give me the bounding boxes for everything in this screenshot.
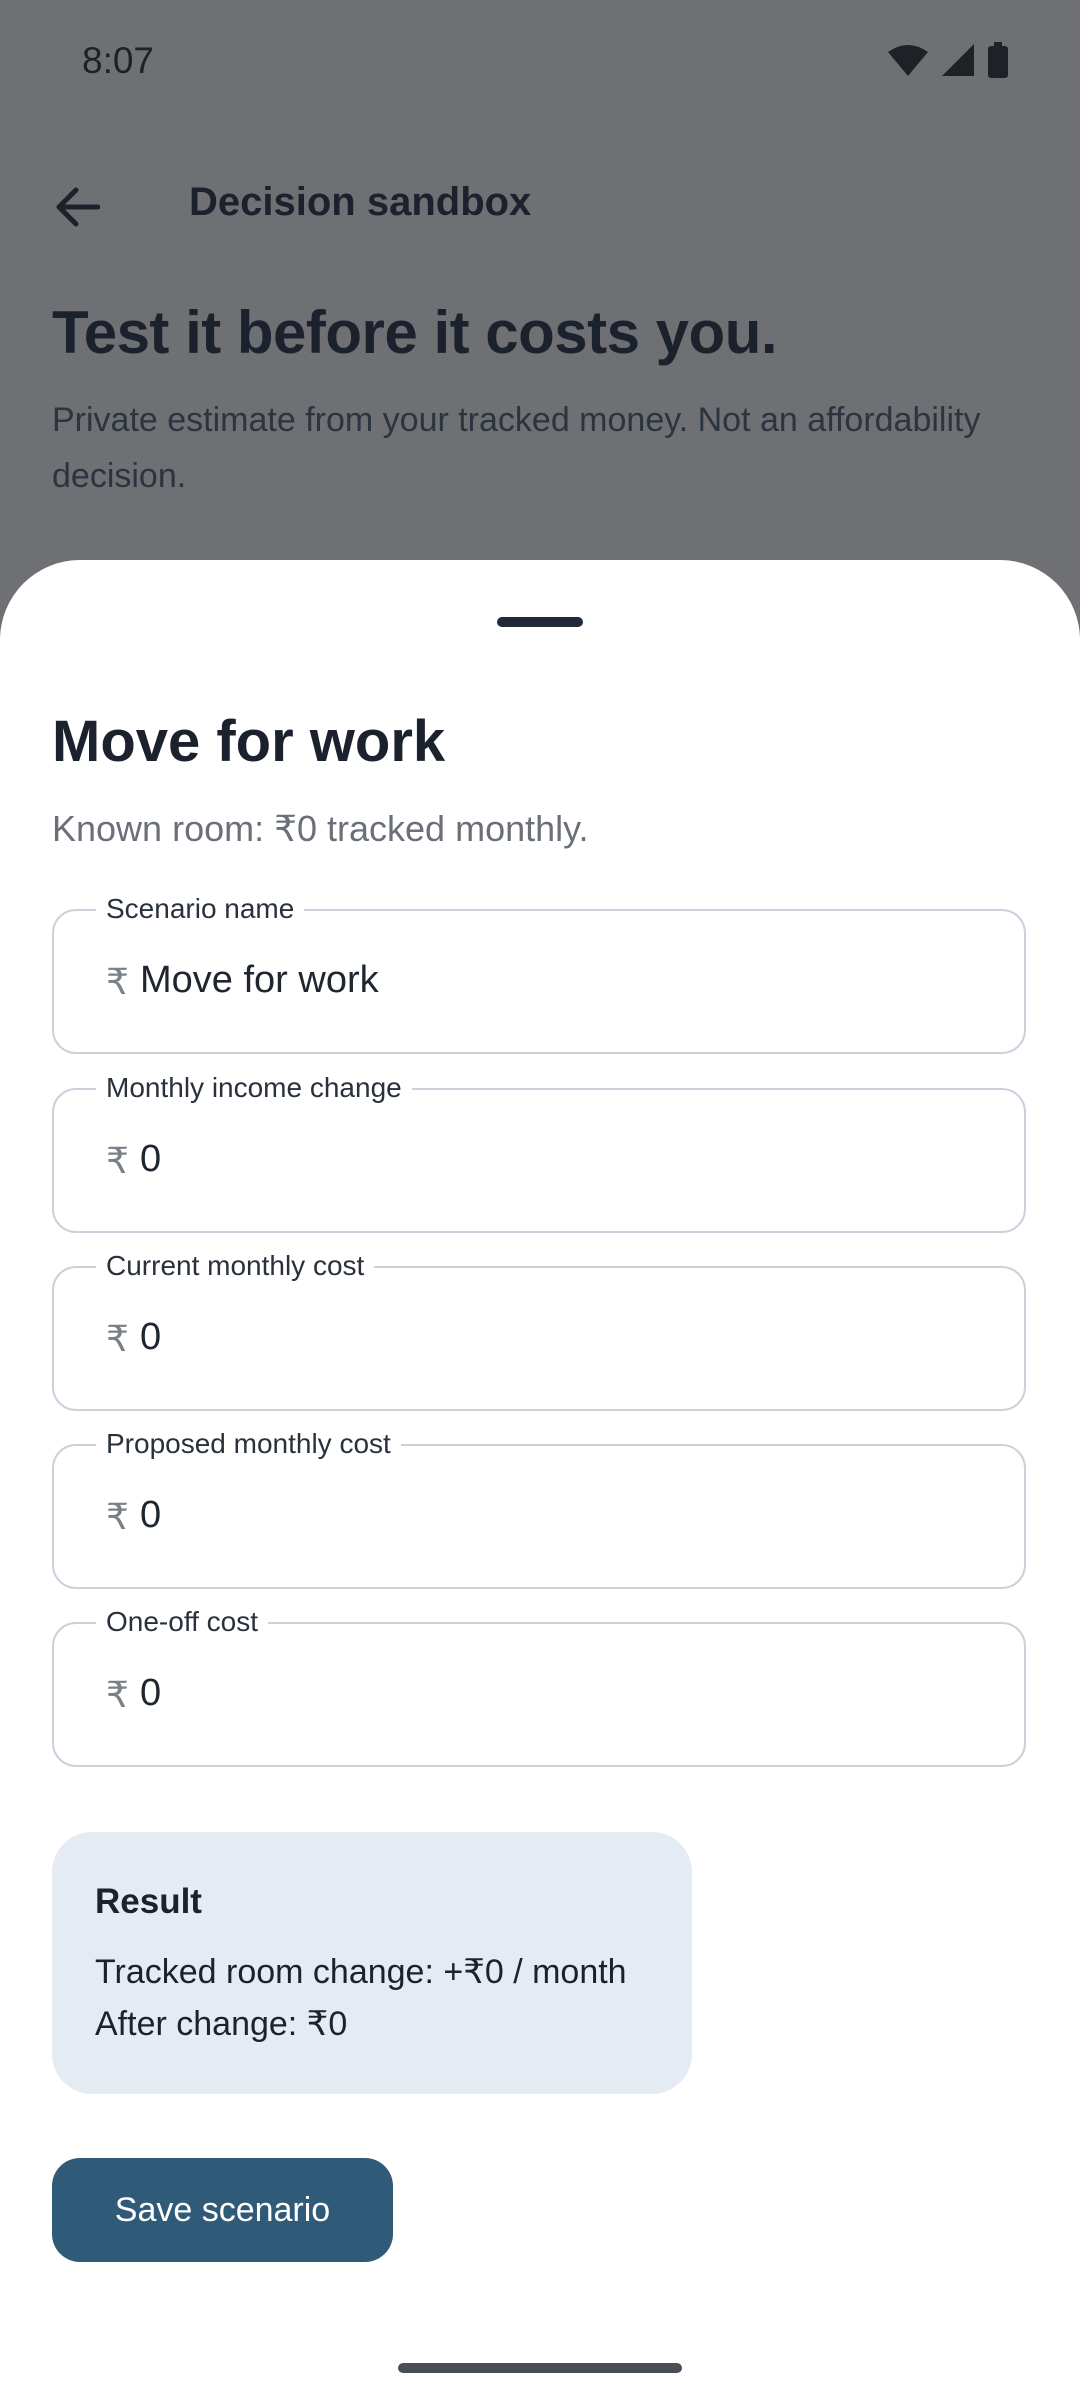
field-label: Proposed monthly cost (96, 1428, 401, 1460)
rupee-prefix: ₹ (106, 1318, 129, 1359)
field-value[interactable]: 0 (140, 1316, 161, 1359)
field-value[interactable]: 0 (140, 1138, 161, 1181)
rupee-prefix: ₹ (106, 1674, 129, 1715)
save-scenario-button[interactable]: Save scenario (52, 2158, 393, 2262)
wifi-icon (888, 45, 928, 76)
app-bar: Decision sandbox (0, 160, 1080, 250)
rupee-prefix: ₹ (106, 961, 129, 1002)
rupee-prefix: ₹ (106, 1496, 129, 1537)
back-button[interactable] (46, 176, 108, 238)
monthly-income-change-field[interactable]: Monthly income change ₹ 0 (52, 1072, 1026, 1233)
hero-title: Test it before it costs you. (52, 299, 778, 366)
app-title: Decision sandbox (189, 180, 532, 224)
home-indicator[interactable] (398, 2363, 682, 2373)
drag-handle[interactable] (497, 617, 583, 627)
after-change-text: After change: ₹0 (95, 2005, 348, 2043)
field-label: Monthly income change (96, 1072, 412, 1104)
scenario-title: Move for work (52, 709, 446, 774)
battery-icon (988, 42, 1008, 78)
field-label: Scenario name (96, 893, 305, 925)
scenario-name-field[interactable]: Scenario name ₹ Move for work (52, 893, 1026, 1054)
hero-subtitle: Private estimate from your tracked money… (52, 401, 981, 495)
one-off-cost-field[interactable]: One-off cost ₹ 0 (52, 1606, 1026, 1767)
field-value[interactable]: Move for work (140, 959, 379, 1002)
result-card: Result Tracked room change: +₹0 / month … (52, 1832, 692, 2094)
room-change-text: Tracked room change: +₹0 / month (95, 1953, 627, 1991)
status-bar: 8:07 (0, 0, 1080, 130)
signal-icon (942, 44, 974, 76)
field-value[interactable]: 0 (140, 1672, 161, 1715)
current-monthly-cost-field[interactable]: Current monthly cost ₹ 0 (52, 1250, 1026, 1411)
status-icons (888, 42, 1008, 78)
field-label: Current monthly cost (96, 1250, 375, 1282)
rupee-prefix: ₹ (106, 1140, 129, 1181)
result-title: Result (95, 1882, 202, 1921)
status-time: 8:07 (82, 40, 155, 81)
arrow-left-icon (56, 187, 100, 227)
field-value[interactable]: 0 (140, 1494, 161, 1537)
bottom-sheet: Move for work Known room: ₹0 tracked mon… (0, 560, 1080, 2400)
known-room-text: Known room: ₹0 tracked monthly. (52, 808, 589, 849)
proposed-monthly-cost-field[interactable]: Proposed monthly cost ₹ 0 (52, 1428, 1026, 1589)
field-label: One-off cost (96, 1606, 269, 1638)
